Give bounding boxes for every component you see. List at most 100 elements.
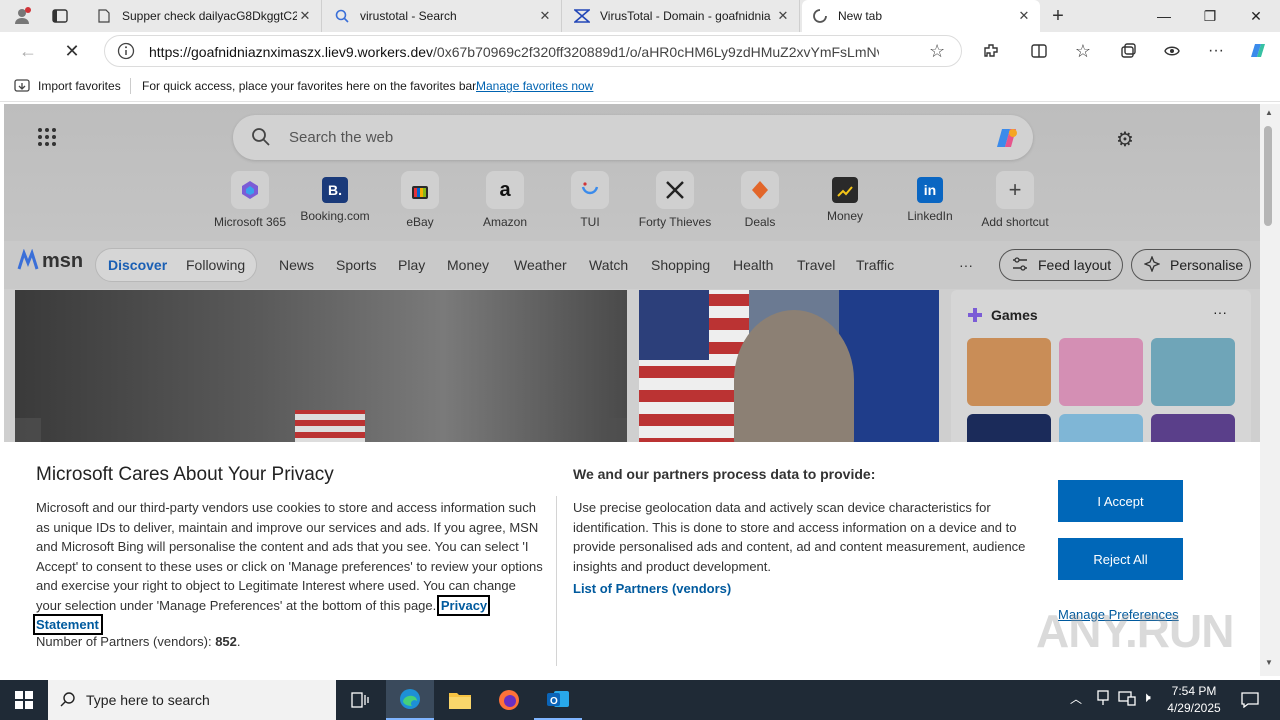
nav-play[interactable]: Play — [398, 257, 425, 273]
game-tile[interactable] — [1059, 338, 1143, 406]
show-hidden-icons[interactable]: ︿ — [1070, 690, 1082, 707]
copilot-icon[interactable] — [1242, 35, 1274, 67]
minimize-button[interactable]: — — [1141, 0, 1187, 32]
personalise-button[interactable]: Personalise — [1131, 249, 1251, 281]
feed-layout-button[interactable]: Feed layout — [999, 249, 1123, 281]
nav-health[interactable]: Health — [733, 257, 773, 273]
page-scrollbar[interactable]: ▲ ▼ — [1260, 104, 1280, 676]
taskbar-search-box[interactable]: Type here to search — [48, 680, 336, 720]
profile-avatar[interactable] — [6, 0, 38, 32]
shortcut-deals[interactable]: Deals — [717, 171, 803, 229]
volume-icon[interactable]: 🕨 — [1142, 689, 1151, 706]
data-processing-heading: We and our partners process data to prov… — [573, 466, 876, 482]
split-screen-icon[interactable] — [1023, 35, 1055, 67]
nav-travel[interactable]: Travel — [797, 257, 835, 273]
game-tile[interactable] — [967, 338, 1051, 406]
browser-essentials-icon[interactable] — [1156, 35, 1188, 67]
reject-all-button[interactable]: Reject All — [1058, 538, 1183, 580]
device-icon[interactable] — [1118, 690, 1136, 709]
shortcut-money[interactable]: Money — [802, 171, 888, 223]
apps-launcher-icon[interactable] — [37, 127, 57, 150]
close-tab-icon[interactable]: ✕ — [297, 8, 313, 24]
scroll-up-arrow[interactable]: ▲ — [1265, 108, 1273, 117]
news-story-image[interactable] — [639, 290, 939, 450]
address-bar[interactable]: https://goafnidniaznximaszx.liev9.worker… — [104, 35, 962, 67]
close-tab-icon[interactable]: ✕ — [775, 8, 791, 24]
nav-watch[interactable]: Watch — [589, 257, 628, 273]
close-window-button[interactable]: ✕ — [1233, 0, 1279, 32]
start-button[interactable] — [0, 680, 48, 720]
taskbar-clock[interactable]: 7:54 PM 4/29/2025 — [1166, 683, 1222, 717]
back-button[interactable]: ← — [12, 35, 44, 67]
import-favorites-button[interactable]: Import favorites — [38, 79, 121, 93]
partners-count: Number of Partners (vendors): 852. — [36, 634, 241, 649]
tab-virustotal-domain[interactable]: VirusTotal - Domain - goafnidnia ✕ — [564, 0, 800, 32]
firefox-icon[interactable] — [485, 680, 533, 720]
edge-taskbar-icon[interactable] — [386, 680, 434, 720]
game-tile[interactable] — [1151, 338, 1235, 406]
shortcut-linkedin[interactable]: in LinkedIn — [887, 171, 973, 223]
shortcut-label: Booking.com — [300, 209, 370, 223]
sliders-icon — [1012, 256, 1028, 275]
virustotal-icon — [574, 8, 590, 24]
tab-title: New tab — [838, 9, 883, 23]
tab-new-tab[interactable]: New tab ✕ — [802, 0, 1040, 32]
shortcut-add[interactable]: + Add shortcut — [972, 171, 1058, 229]
nav-more-icon[interactable]: ··· — [959, 257, 973, 273]
scroll-thumb[interactable] — [1264, 126, 1272, 226]
url-text[interactable]: https://goafnidniaznximaszx.liev9.worker… — [149, 44, 879, 60]
nav-traffic[interactable]: Traffic — [856, 257, 894, 273]
money-icon — [832, 177, 858, 203]
favorite-star-icon[interactable]: ☆ — [929, 41, 945, 62]
tab-following[interactable]: Following — [186, 257, 245, 273]
shortcut-ebay[interactable]: eBay — [377, 171, 463, 229]
import-favorites-icon[interactable] — [14, 78, 30, 97]
search-placeholder: Search the web — [289, 129, 394, 146]
tab-discover[interactable]: Discover — [108, 257, 167, 273]
msn-logo[interactable]: msn — [16, 249, 83, 273]
svg-text:O: O — [550, 696, 558, 707]
favorites-icon[interactable]: ☆ — [1067, 35, 1099, 67]
collections-icon[interactable] — [1112, 35, 1144, 67]
nav-sports[interactable]: Sports — [336, 257, 376, 273]
taskbar-search-placeholder: Type here to search — [86, 692, 210, 708]
scroll-down-arrow[interactable]: ▼ — [1265, 658, 1273, 667]
stop-loading-button[interactable]: ✕ — [56, 35, 88, 67]
close-tab-icon[interactable]: ✕ — [537, 8, 553, 24]
outlook-icon[interactable]: O — [534, 680, 582, 720]
nav-money[interactable]: Money — [447, 257, 489, 273]
more-options-icon[interactable]: ··· — [1200, 35, 1232, 67]
tab-virustotal-search[interactable]: virustotal - Search ✕ — [324, 0, 562, 32]
shortcut-booking[interactable]: B. Booking.com — [292, 171, 378, 223]
task-view-icon[interactable] — [336, 680, 384, 720]
hero-story-image[interactable] — [15, 290, 627, 450]
tab-actions-icon[interactable] — [44, 0, 76, 32]
copilot-icon[interactable] — [991, 123, 1021, 156]
url-path: /0x67b70969c2f320ff320889d1/o/aHR0cHM6Ly… — [433, 44, 879, 60]
shortcut-forty-thieves[interactable]: Forty Thieves — [632, 171, 718, 229]
extensions-icon[interactable] — [975, 35, 1007, 67]
nav-shopping[interactable]: Shopping — [651, 257, 710, 273]
new-tab-button[interactable]: + — [1042, 0, 1074, 32]
shortcut-amazon[interactable]: a Amazon — [462, 171, 548, 229]
file-explorer-icon[interactable] — [436, 680, 484, 720]
personalise-label: Personalise — [1170, 257, 1244, 273]
manage-favorites-link[interactable]: Manage favorites now — [476, 79, 593, 93]
close-tab-icon[interactable]: ✕ — [1016, 8, 1032, 24]
tab-supper-check[interactable]: Supper check dailyacG8DkggtC2ʻ ✕ — [86, 0, 322, 32]
notifications-icon[interactable] — [1226, 680, 1274, 720]
shortcut-tui[interactable]: TUI — [547, 171, 633, 229]
list-partners-link[interactable]: List of Partners (vendors) — [573, 581, 731, 596]
search-icon — [60, 691, 76, 710]
nav-weather[interactable]: Weather — [514, 257, 567, 273]
settings-gear-icon[interactable]: ⚙ — [1116, 127, 1134, 152]
shortcut-microsoft-365[interactable]: Microsoft 365 — [207, 171, 293, 229]
network-icon[interactable] — [1096, 690, 1110, 709]
games-more-icon[interactable]: ··· — [1213, 304, 1227, 320]
site-info-icon[interactable] — [117, 42, 135, 63]
shortcut-label: Money — [826, 209, 864, 223]
nav-news[interactable]: News — [279, 257, 314, 273]
restore-button[interactable]: ❐ — [1187, 0, 1233, 32]
web-search-box[interactable]: Search the web — [233, 115, 1033, 160]
accept-button[interactable]: I Accept — [1058, 480, 1183, 522]
